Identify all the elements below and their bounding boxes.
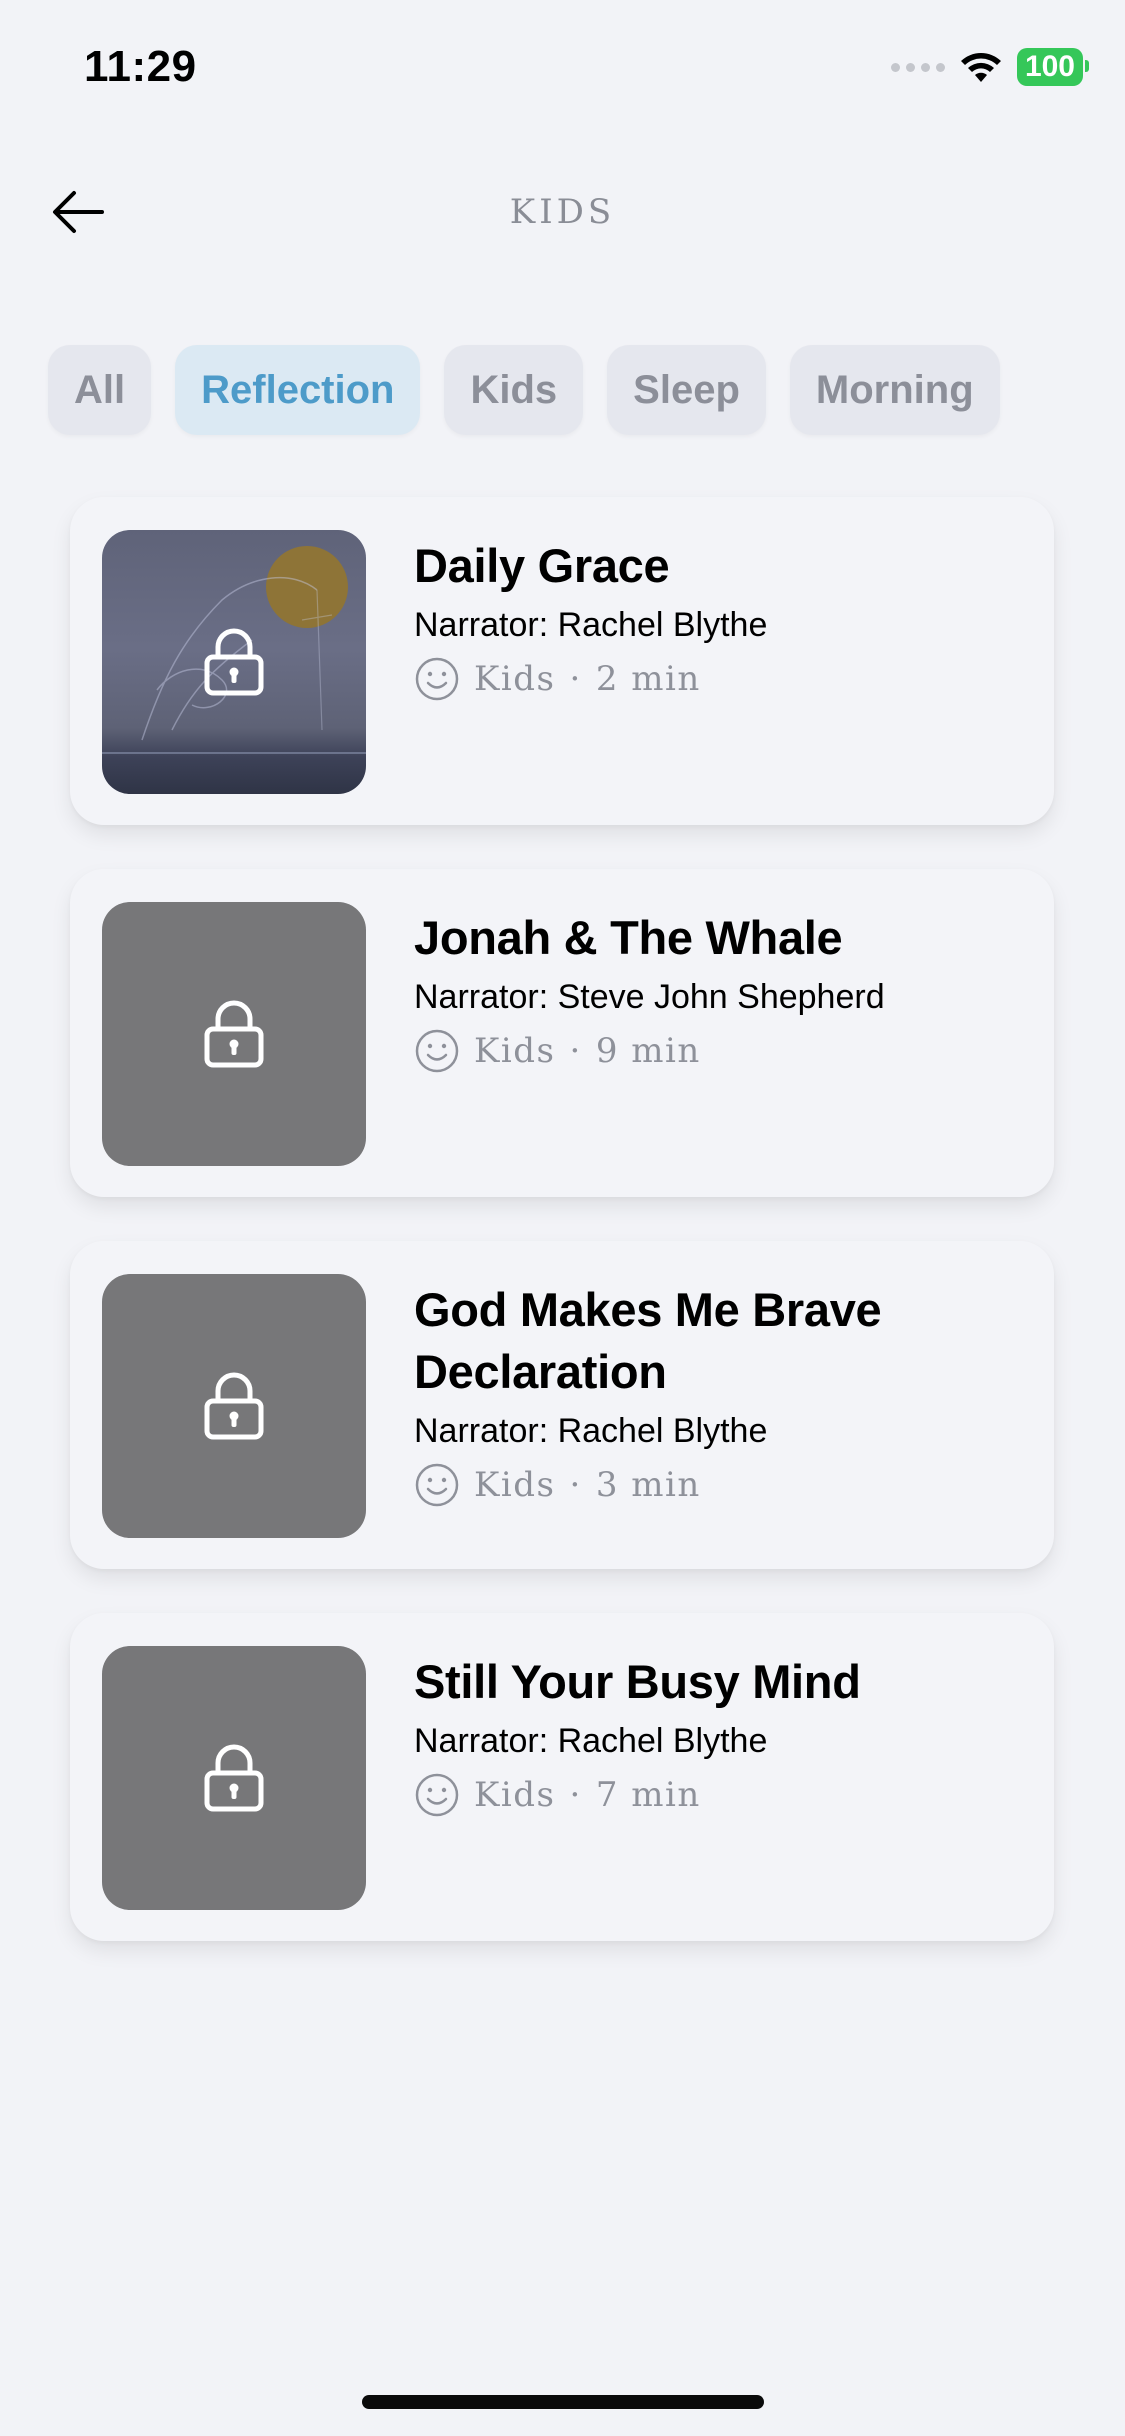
card-category: Kids — [474, 1465, 556, 1505]
thumbnail — [102, 1274, 366, 1538]
card-meta: Kids · 7 min — [414, 1771, 1024, 1819]
header: KIDS — [0, 170, 1125, 260]
card-meta: Kids · 2 min — [414, 655, 1024, 703]
smile-icon — [415, 1029, 459, 1073]
horizon-line — [102, 752, 366, 754]
card-narrator: Narrator: Rachel Blythe — [414, 1412, 768, 1450]
smile-icon — [415, 1463, 459, 1507]
content-card[interactable]: Jonah & The Whale Narrator: Steve John S… — [70, 869, 1054, 1197]
status-time: 11:29 — [84, 42, 197, 91]
card-meta: Kids · 3 min — [414, 1461, 1024, 1509]
content-card[interactable]: Still Your Busy Mind Narrator: Rachel Bl… — [70, 1613, 1054, 1941]
battery-indicator: 100 — [1016, 48, 1090, 86]
card-category: Kids — [474, 1775, 556, 1815]
thumbnail — [102, 902, 366, 1166]
smile-icon — [415, 1773, 459, 1817]
card-title: Jonah & The Whale — [414, 911, 843, 964]
card-narrator: Narrator: Steve John Shepherd — [414, 978, 885, 1016]
card-title: God Makes Me Brave Declaration — [414, 1283, 882, 1398]
filter-chip-sleep[interactable]: Sleep — [607, 345, 766, 435]
filter-chip-morning[interactable]: Morning — [789, 345, 1000, 435]
lock-icon — [204, 1372, 264, 1440]
card-category: Kids — [474, 659, 556, 699]
meta-separator: · — [569, 1775, 582, 1815]
card-info: Daily Grace Narrator: Rachel Blythe Kids… — [414, 535, 1024, 703]
card-info: God Makes Me Brave Declaration Narrator:… — [414, 1279, 1024, 1509]
thumbnail — [102, 1646, 366, 1910]
card-duration: 7 min — [595, 1775, 701, 1815]
thumbnail — [102, 530, 366, 794]
card-duration: 9 min — [595, 1031, 701, 1071]
card-title: Daily Grace — [414, 539, 670, 592]
card-info: Jonah & The Whale Narrator: Steve John S… — [414, 907, 1024, 1075]
meta-separator: · — [569, 1465, 582, 1505]
filter-chip-all[interactable]: All — [48, 345, 152, 435]
cellular-signal-icon — [890, 62, 945, 72]
page-title: KIDS — [509, 192, 616, 232]
filter-chips: All Reflection Kids Sleep Morning — [48, 345, 1000, 435]
status-indicators: 100 — [890, 48, 1090, 86]
lock-icon — [204, 1000, 264, 1068]
card-narrator: Narrator: Rachel Blythe — [414, 606, 768, 644]
card-meta: Kids · 9 min — [414, 1027, 1024, 1075]
card-narrator: Narrator: Rachel Blythe — [414, 1722, 768, 1760]
home-indicator[interactable] — [362, 2395, 764, 2409]
filter-chip-reflection[interactable]: Reflection — [175, 345, 421, 435]
filter-chip-kids[interactable]: Kids — [444, 345, 584, 435]
card-info: Still Your Busy Mind Narrator: Rachel Bl… — [414, 1651, 1024, 1819]
status-bar: 11:29 100 — [0, 0, 1125, 140]
content-card[interactable]: God Makes Me Brave Declaration Narrator:… — [70, 1241, 1054, 1569]
lock-icon — [204, 1744, 264, 1812]
meta-separator: · — [569, 659, 582, 699]
wifi-icon — [960, 53, 1001, 82]
card-duration: 3 min — [595, 1465, 701, 1505]
content-card[interactable]: Daily Grace Narrator: Rachel Blythe Kids… — [70, 497, 1054, 825]
card-title: Still Your Busy Mind — [414, 1655, 861, 1708]
smile-icon — [415, 657, 459, 701]
meta-separator: · — [569, 1031, 582, 1071]
lock-icon — [204, 628, 264, 696]
card-duration: 2 min — [595, 659, 701, 699]
card-category: Kids — [474, 1031, 556, 1071]
